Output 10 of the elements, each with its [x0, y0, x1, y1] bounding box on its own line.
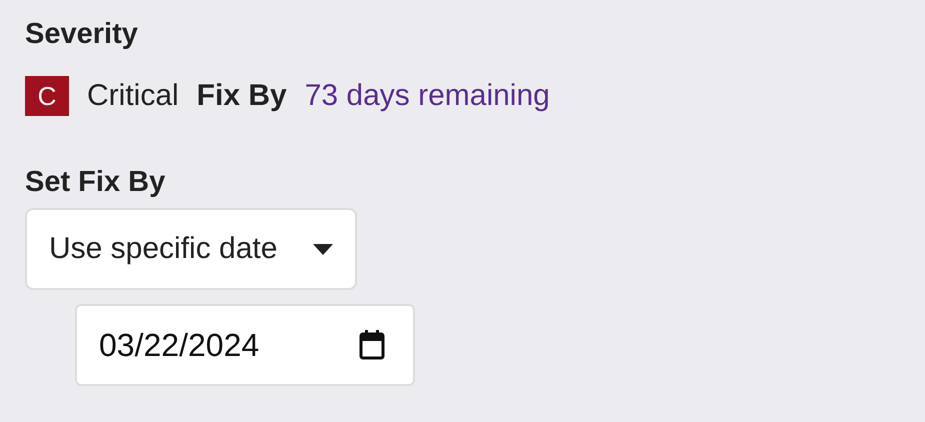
severity-badge: C [25, 76, 69, 116]
severity-level: Critical [87, 79, 179, 113]
fix-by-remaining: 73 days remaining [304, 79, 550, 113]
severity-heading: Severity [25, 17, 139, 52]
date-field[interactable]: 03/22/2024 [75, 304, 415, 386]
fix-by-dropdown[interactable]: Use specific date [25, 208, 357, 290]
fix-by-label: Fix By [196, 79, 287, 113]
caret-icon [313, 244, 333, 254]
calendar-icon [359, 330, 385, 360]
set-fix-by-heading: Set Fix By [25, 165, 166, 200]
